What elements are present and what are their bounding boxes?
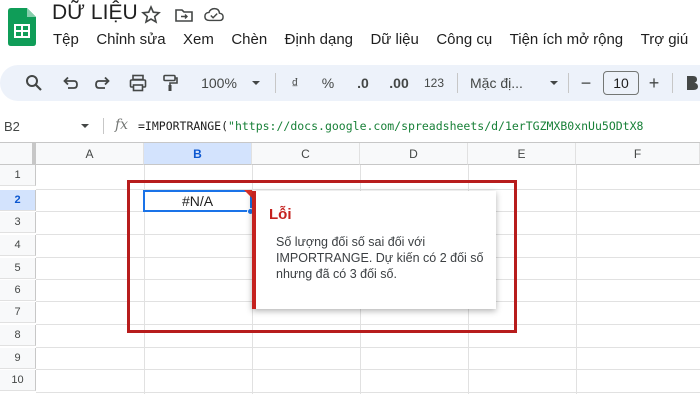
row-header[interactable]: 3 (0, 212, 36, 233)
bold-icon[interactable] (682, 73, 700, 93)
column-header[interactable]: D (360, 143, 468, 165)
row-header[interactable]: 4 (0, 235, 36, 256)
percent-format-button[interactable]: % (320, 73, 336, 93)
decrease-font-size-button[interactable]: − (578, 73, 594, 93)
redo-icon[interactable] (93, 73, 113, 93)
gridline (36, 392, 700, 393)
column-header[interactable]: E (468, 143, 576, 165)
gridline (36, 369, 700, 370)
row-header[interactable]: 9 (0, 348, 36, 369)
toolbar-separator (672, 73, 673, 93)
menu-bar: Tệp Chỉnh sửa Xem Chèn Định dạng Dữ liệu… (53, 31, 700, 51)
font-family-select[interactable]: Mặc đị... (470, 73, 540, 93)
cloud-saved-icon[interactable] (204, 5, 224, 25)
decrease-decimal-button[interactable]: .0 (352, 73, 374, 93)
print-icon[interactable] (128, 73, 148, 93)
menu-insert[interactable]: Chèn (231, 31, 267, 48)
menu-help[interactable]: Trợ giú (641, 31, 689, 48)
row-header[interactable]: 5 (0, 258, 36, 279)
menu-data[interactable]: Dữ liệu (370, 31, 418, 48)
star-icon[interactable] (141, 5, 161, 25)
toolbar-separator (275, 73, 276, 93)
row-header[interactable]: 6 (0, 280, 36, 301)
document-title[interactable]: DỮ LIỆU (52, 1, 138, 25)
column-header[interactable]: A (36, 143, 144, 165)
font-size-input[interactable]: 10 (603, 71, 639, 95)
row-header[interactable]: 2 (0, 190, 36, 211)
fx-icon: fx (115, 117, 129, 133)
formula-input[interactable]: =IMPORTRANGE("https://docs.google.com/sp… (138, 119, 643, 133)
menu-extensions[interactable]: Tiện ích mở rộng (510, 31, 624, 48)
currency-format-button[interactable]: ₫ (288, 73, 302, 93)
menu-view[interactable]: Xem (183, 31, 214, 48)
row-header[interactable]: 8 (0, 325, 36, 346)
undo-icon[interactable] (60, 73, 80, 93)
annotation-highlight-frame (127, 180, 517, 333)
row-header[interactable]: 10 (0, 370, 36, 391)
menu-file[interactable]: Tệp (53, 31, 79, 48)
formula-bar: B2 fx =IMPORTRANGE("https://docs.google.… (0, 109, 700, 143)
formula-divider (103, 118, 104, 134)
name-box[interactable]: B2 (4, 119, 20, 134)
formula-function: =IMPORTRANGE( (138, 119, 229, 133)
number-format-button[interactable]: 123 (422, 73, 446, 93)
zoom-select[interactable]: 100% (196, 73, 242, 93)
menu-tools[interactable]: Công cụ (436, 31, 492, 48)
row-header[interactable]: 7 (0, 302, 36, 323)
row-header[interactable]: 1 (0, 165, 36, 186)
gridline (36, 347, 700, 348)
toolbar-separator (457, 73, 458, 93)
increase-decimal-button[interactable]: .00 (386, 73, 412, 93)
chevron-down-icon[interactable] (80, 121, 90, 131)
sheets-logo-icon[interactable] (8, 8, 36, 46)
menu-edit[interactable]: Chỉnh sửa (96, 31, 165, 48)
column-header[interactable]: F (576, 143, 700, 165)
paint-format-icon[interactable] (160, 73, 180, 93)
search-menus-icon[interactable] (24, 73, 44, 93)
chevron-down-icon[interactable] (250, 73, 262, 93)
column-header[interactable]: C (252, 143, 360, 165)
toolbar: 100% ₫ % .0 .00 123 Mặc đị... − 10 + (0, 65, 700, 101)
increase-font-size-button[interactable]: + (646, 73, 662, 93)
formula-string-arg: "https://docs.google.com/spreadsheets/d/… (228, 119, 644, 133)
menu-format[interactable]: Định dạng (285, 31, 353, 48)
toolbar-separator (568, 73, 569, 93)
column-header[interactable]: B (144, 143, 252, 165)
chevron-down-icon[interactable] (548, 73, 560, 93)
select-all-corner[interactable] (0, 143, 36, 165)
move-to-folder-icon[interactable] (174, 5, 194, 25)
